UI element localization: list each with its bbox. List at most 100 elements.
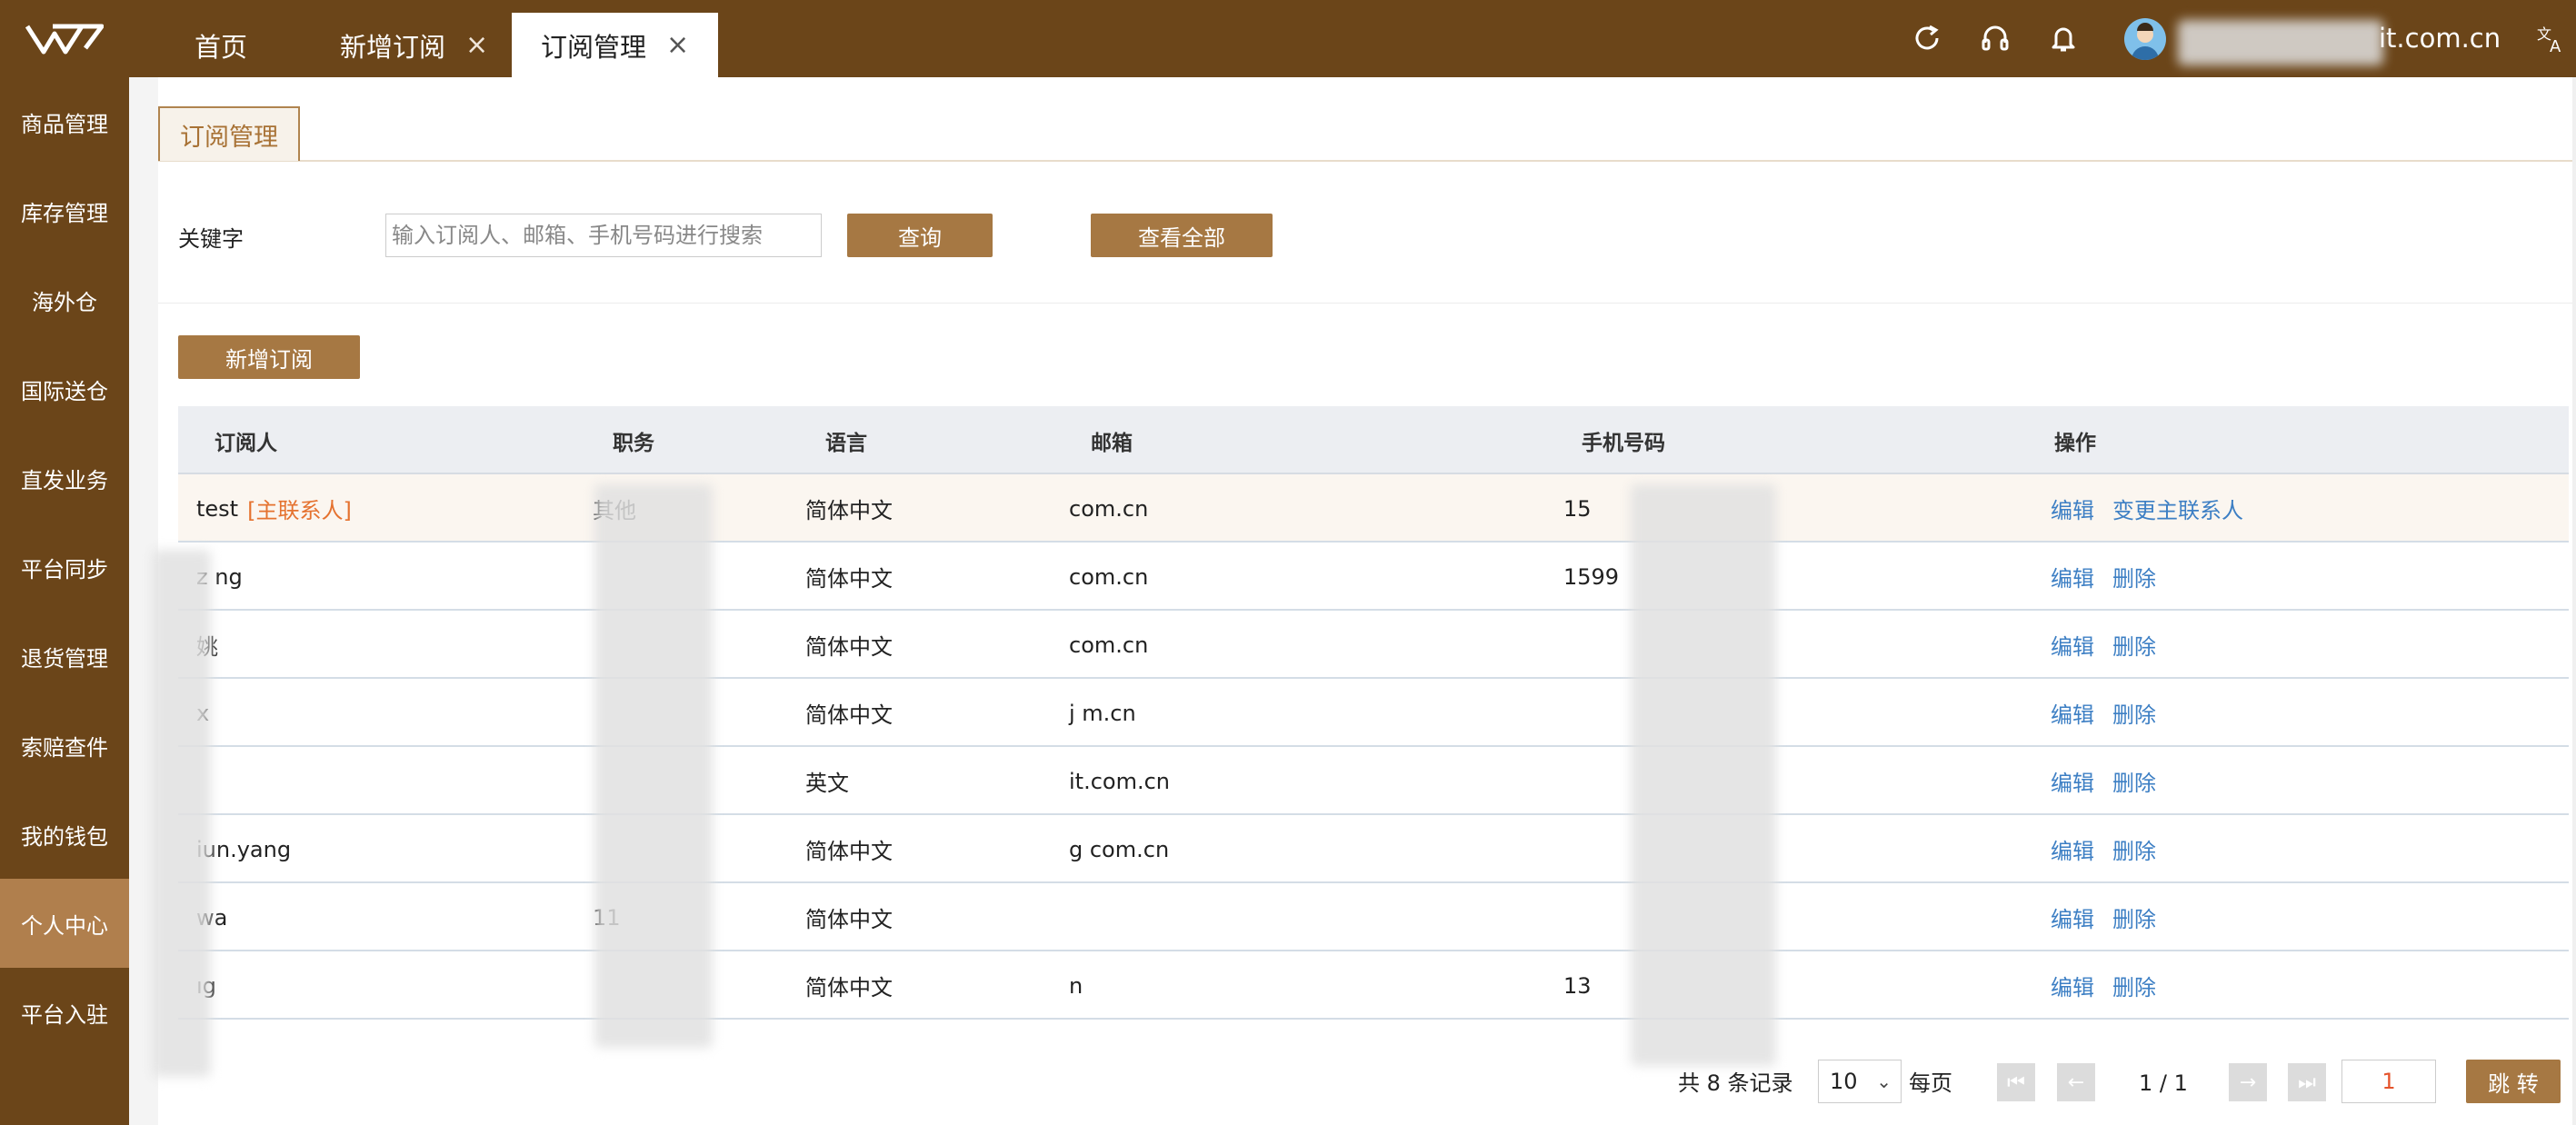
close-icon[interactable]: × — [666, 29, 689, 61]
sidebar-item-wallet[interactable]: 我的钱包 — [0, 790, 129, 879]
top-bar: 首页 新增订阅 × 订阅管理 × it.com.cn 文A — [0, 0, 2576, 77]
first-page-icon[interactable]: ⏮ — [1997, 1063, 2035, 1101]
cell-lang: 简体中文 — [805, 543, 893, 611]
cell-actions: 编辑 变更主联系人 — [2051, 474, 2261, 543]
user-email[interactable]: it.com.cn — [2379, 18, 2501, 58]
headset-icon[interactable] — [1975, 18, 2015, 58]
sidebar-item-overseas-warehouse[interactable]: 海外仓 — [0, 255, 129, 344]
jump-button[interactable]: 跳 转 — [2466, 1060, 2561, 1103]
email-text: com.cn — [1069, 495, 1149, 522]
cell-email: g com.cn — [1069, 815, 1169, 883]
next-page-icon[interactable]: → — [2229, 1063, 2267, 1101]
avatar[interactable] — [2124, 18, 2166, 60]
delete-link[interactable]: 删除 — [2112, 765, 2156, 797]
table-row: ıg简体中文n13编辑删除 — [178, 951, 2569, 1020]
sidebar-item-international-delivery[interactable]: 国际送仓 — [0, 344, 129, 433]
sidebar-item-platform-sync[interactable]: 平台同步 — [0, 523, 129, 612]
change-main-contact-link[interactable]: 变更主联系人 — [2112, 493, 2243, 524]
header-phone: 手机号码 — [1582, 431, 1665, 455]
sidebar-item-inventory[interactable]: 库存管理 — [0, 166, 129, 255]
cell-email: j m.cn — [1069, 679, 1136, 747]
page-title: 订阅管理 — [180, 123, 278, 152]
sidebar-item-label: 个人中心 — [21, 912, 108, 939]
prev-page-icon[interactable]: ← — [2057, 1063, 2095, 1101]
query-button[interactable]: 查询 — [847, 214, 993, 257]
edit-link[interactable]: 编辑 — [2051, 901, 2094, 933]
lang-text: 简体中文 — [805, 566, 893, 592]
table-row: z ng 简体中文 com.cn 1599 编辑 删除 — [178, 543, 2569, 611]
header-subscriber: 订阅人 — [215, 431, 277, 455]
edit-link[interactable]: 编辑 — [2051, 765, 2094, 797]
email-text: n — [1069, 972, 1083, 999]
delete-link[interactable]: 删除 — [2112, 697, 2156, 729]
sidebar-item-direct-shipping[interactable]: 直发业务 — [0, 433, 129, 523]
page-size-select[interactable]: 10 ⌄ — [1818, 1060, 1902, 1103]
edit-link[interactable]: 编辑 — [2051, 629, 2094, 661]
sidebar-item-label: 平台同步 — [21, 556, 108, 582]
scroll-gutter — [2572, 77, 2576, 1125]
tab-subscription-management-label: 订阅管理 — [541, 31, 647, 63]
sidebar-item-label: 退货管理 — [21, 645, 108, 672]
table-header: 订阅人 职务 语言 邮箱 手机号码 操作 — [178, 406, 2569, 474]
sidebar-item-returns[interactable]: 退货管理 — [0, 612, 129, 701]
cell-phone: 1599 — [1563, 543, 1619, 611]
delete-link[interactable]: 删除 — [2112, 833, 2156, 865]
tab-subscription-management[interactable]: 订阅管理 × — [512, 13, 719, 77]
cell-lang: 简体中文 — [805, 474, 893, 543]
header-position: 职务 — [613, 431, 654, 455]
cell-name: test [主联系人] — [196, 474, 352, 543]
cell-actions: 编辑 删除 — [2051, 679, 2174, 747]
subscription-table: 订阅人 职务 语言 邮箱 手机号码 操作 test[主联系人]其他简体中文com… — [178, 406, 2569, 1020]
cell-actions: 编辑 删除 — [2051, 747, 2174, 815]
delete-link[interactable]: 删除 — [2112, 561, 2156, 592]
delete-link[interactable]: 删除 — [2112, 629, 2156, 661]
cell-lang: 简体中文 — [805, 883, 893, 951]
redacted-area — [2178, 20, 2383, 65]
sidebar-item-label: 库存管理 — [21, 200, 108, 226]
edit-link[interactable]: 编辑 — [2051, 697, 2094, 729]
bell-icon[interactable] — [2043, 18, 2083, 58]
brand-logo[interactable] — [0, 0, 129, 77]
cell-actions: 编辑 删除 — [2051, 543, 2174, 611]
tab-home[interactable]: 首页 — [195, 13, 247, 77]
phone-text: 15 — [1563, 495, 1592, 522]
sidebar-item-label: 我的钱包 — [21, 823, 108, 850]
translate-icon[interactable]: 文A — [2531, 18, 2571, 58]
lang-text: 简体中文 — [805, 907, 893, 932]
email-text: com.cn — [1069, 563, 1149, 590]
edit-link[interactable]: 编辑 — [2051, 833, 2094, 865]
sidebar-item-label: 国际送仓 — [21, 378, 108, 404]
header-email: 邮箱 — [1091, 431, 1133, 455]
tab-new-subscription[interactable]: 新增订阅 × — [340, 13, 488, 77]
lang-text: 简体中文 — [805, 498, 893, 523]
main-content: 订阅管理 关键字 查询 查看全部 新增订阅 订阅人 职务 语言 邮箱 手机号码 … — [153, 77, 2576, 1125]
svg-text:A: A — [2550, 37, 2561, 54]
name-text: test — [196, 495, 239, 522]
edit-link[interactable]: 编辑 — [2051, 493, 2094, 524]
edit-link[interactable]: 编辑 — [2051, 970, 2094, 1001]
delete-link[interactable]: 删除 — [2112, 970, 2156, 1001]
cell-email: com.cn — [1069, 543, 1148, 611]
sidebar-item-products[interactable]: 商品管理 — [0, 77, 129, 166]
close-icon[interactable]: × — [465, 29, 488, 61]
per-page-label: 每页 — [1909, 1070, 1952, 1096]
delete-link[interactable]: 删除 — [2112, 901, 2156, 933]
sidebar-item-label: 平台入驻 — [21, 1001, 108, 1028]
sidebar-item-claims[interactable]: 索赔查件 — [0, 701, 129, 790]
table-row: x简体中文j m.cn编辑删除 — [178, 679, 2569, 747]
page-title-tab[interactable]: 订阅管理 — [158, 106, 300, 161]
last-page-icon[interactable]: ⏭ — [2288, 1063, 2326, 1101]
sidebar-item-personal-center[interactable]: 个人中心 — [0, 879, 129, 968]
view-all-button[interactable]: 查看全部 — [1091, 214, 1273, 257]
edit-link[interactable]: 编辑 — [2051, 561, 2094, 592]
email-text: it.com.cn — [1069, 768, 1170, 794]
lang-text: 英文 — [805, 771, 849, 796]
cell-lang: 简体中文 — [805, 951, 893, 1020]
sidebar-item-platform-onboarding[interactable]: 平台入驻 — [0, 968, 129, 1057]
page-number-input[interactable] — [2341, 1060, 2436, 1103]
search-input[interactable] — [385, 214, 822, 257]
redacted-area — [153, 550, 211, 1077]
add-subscription-button[interactable]: 新增订阅 — [178, 335, 360, 379]
refresh-icon[interactable] — [1907, 18, 1947, 58]
phone-text: 13 — [1563, 972, 1592, 999]
